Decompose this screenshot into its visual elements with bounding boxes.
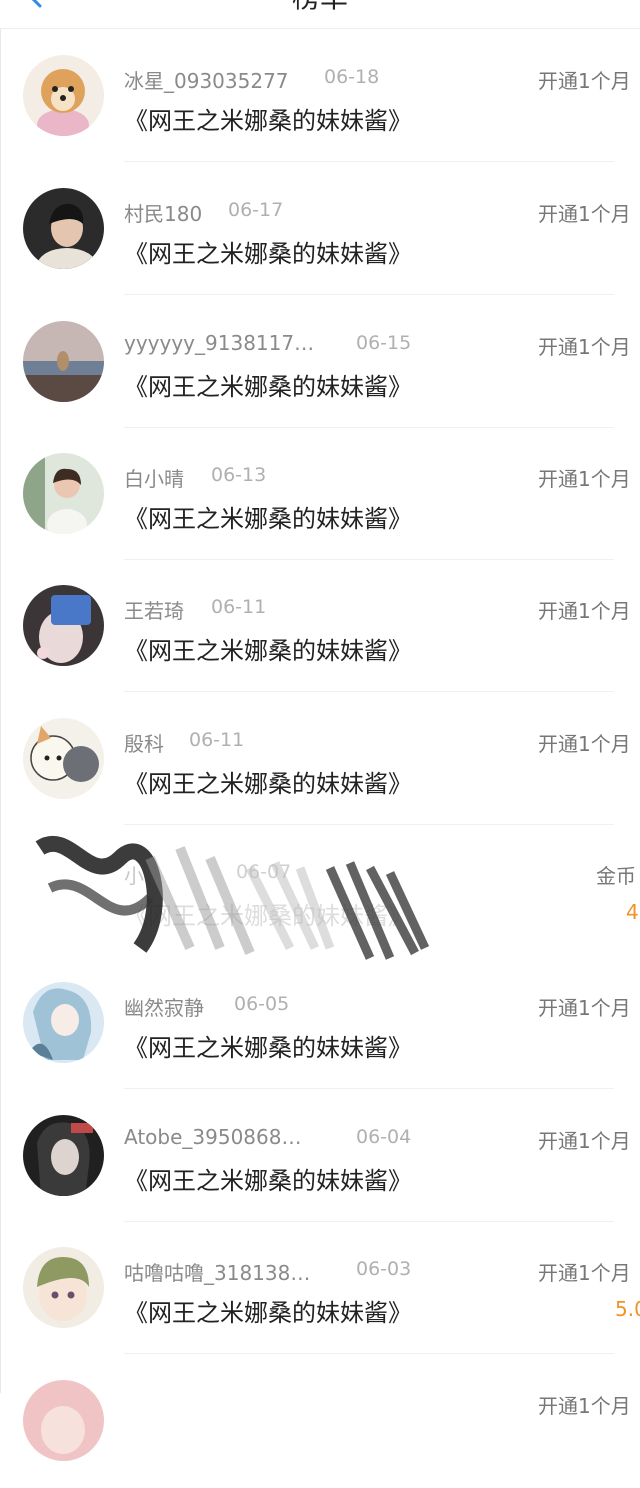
amount: 4 [626, 900, 639, 924]
divider [124, 294, 614, 295]
book-title: 《网王之米娜桑的妹妹酱》 [124, 373, 412, 401]
seaside-avatar-icon [23, 321, 104, 402]
action-label: 金币 [596, 864, 636, 888]
date: 06-03 [356, 1258, 412, 1280]
username: 白小晴 [124, 467, 184, 491]
amount: 5.0 [615, 1297, 640, 1321]
action-label: 开通1个月 [538, 599, 631, 623]
list-item[interactable]: 开通1个月 [0, 1356, 640, 1488]
list-item[interactable]: 村民180 06-17 《网王之米娜桑的妹妹酱》 开通1个月 [0, 164, 640, 296]
date: 06-13 [211, 464, 267, 486]
divider [124, 427, 614, 428]
date: 06-15 [356, 332, 412, 354]
chibi-boy-avatar-icon [23, 1247, 104, 1328]
list-item[interactable]: 冰星_093035277 06-18 《网王之米娜桑的妹妹酱》 开通1个月 [0, 31, 640, 163]
date: 06-11 [189, 729, 245, 751]
anime-girl-avatar-icon [23, 982, 104, 1063]
username: 王若琦 [124, 599, 184, 623]
action-label: 开通1个月 [538, 732, 631, 756]
username: Atobe_3950868… [124, 1125, 302, 1149]
book-title: 《网王之米娜桑的妹妹酱》 [124, 1299, 412, 1327]
book-title: 《网王之米娜桑的妹妹酱》 [124, 770, 412, 798]
pink-avatar-icon [23, 1380, 104, 1461]
list-item[interactable]: 殷科 06-11 《网王之米娜桑的妹妹酱》 开通1个月 [0, 694, 640, 826]
date: 06-05 [234, 993, 290, 1015]
avatar[interactable] [23, 1115, 104, 1196]
action-label: 开通1个月 [538, 1394, 631, 1418]
divider [124, 559, 614, 560]
top-bar: 榜单 [0, 0, 640, 29]
list-item[interactable]: 王若琦 06-11 《网王之米娜桑的妹妹酱》 开通1个月 [0, 561, 640, 693]
divider [124, 1088, 614, 1089]
action-label: 开通1个月 [538, 69, 631, 93]
username: 冰星_093035277 [124, 69, 289, 93]
selfie-avatar-icon [23, 585, 104, 666]
action-label: 开通1个月 [538, 1129, 631, 1153]
list-item[interactable]: 幽然寂静 06-05 《网王之米娜桑的妹妹酱》 开通1个月 [0, 958, 640, 1090]
action-label: 开通1个月 [538, 467, 631, 491]
avatar[interactable] [23, 188, 104, 269]
username: 咕噜咕噜_318138… [124, 1261, 311, 1285]
avatar[interactable] [23, 1247, 104, 1328]
book-title: 《网王之米娜桑的妹妹酱》 [124, 1034, 412, 1062]
boy-avatar-icon [23, 188, 104, 269]
avatar[interactable] [23, 453, 104, 534]
divider [124, 161, 614, 162]
action-label: 开通1个月 [538, 202, 631, 226]
avatar[interactable] [23, 982, 104, 1063]
date: 06-04 [356, 1126, 412, 1148]
username: 殷科 [124, 732, 164, 756]
date: 06-17 [228, 199, 284, 221]
avatar[interactable] [23, 1380, 104, 1461]
book-title: 《网王之米娜桑的妹妹酱》 [124, 1167, 412, 1195]
list-item[interactable]: Atobe_3950868… 06-04 《网王之米娜桑的妹妹酱》 开通1个月 [0, 1091, 640, 1223]
date: 06-11 [211, 596, 267, 618]
divider [124, 1221, 614, 1222]
action-label: 开通1个月 [538, 996, 631, 1020]
username: 幽然寂静 [124, 996, 204, 1020]
divider [124, 1353, 614, 1354]
list-item[interactable]: 白小晴 06-13 《网王之米娜桑的妹妹酱》 开通1个月 [0, 429, 640, 561]
page-title: 榜单 [0, 0, 640, 12]
girl-avatar-icon [23, 453, 104, 534]
list-item[interactable]: 咕噜咕噜_318138… 06-03 《网王之米娜桑的妹妹酱》 开通1个月 5.… [0, 1223, 640, 1355]
book-title: 《网王之米娜桑的妹妹酱》 [124, 505, 412, 533]
book-title: 《网王之米娜桑的妹妹酱》 [124, 240, 412, 268]
dark-anime-avatar-icon [23, 1115, 104, 1196]
username: 村民180 [124, 202, 203, 226]
avatar[interactable] [23, 585, 104, 666]
divider [124, 824, 614, 825]
avatar[interactable] [23, 321, 104, 402]
username: yyyyyy_9138117… [124, 331, 315, 355]
avatar[interactable] [23, 718, 104, 799]
action-label: 开通1个月 [538, 335, 631, 359]
date: 06-18 [324, 66, 380, 88]
dog-avatar-icon [23, 55, 104, 136]
avatar[interactable] [23, 55, 104, 136]
cat-avatar-icon [23, 718, 104, 799]
scribble-redaction [35, 835, 430, 960]
divider [124, 691, 614, 692]
book-title: 《网王之米娜桑的妹妹酱》 [124, 637, 412, 665]
list-item[interactable]: yyyyyy_9138117… 06-15 《网王之米娜桑的妹妹酱》 开通1个月 [0, 297, 640, 429]
book-title: 《网王之米娜桑的妹妹酱》 [124, 107, 412, 135]
action-label: 开通1个月 [538, 1261, 631, 1285]
